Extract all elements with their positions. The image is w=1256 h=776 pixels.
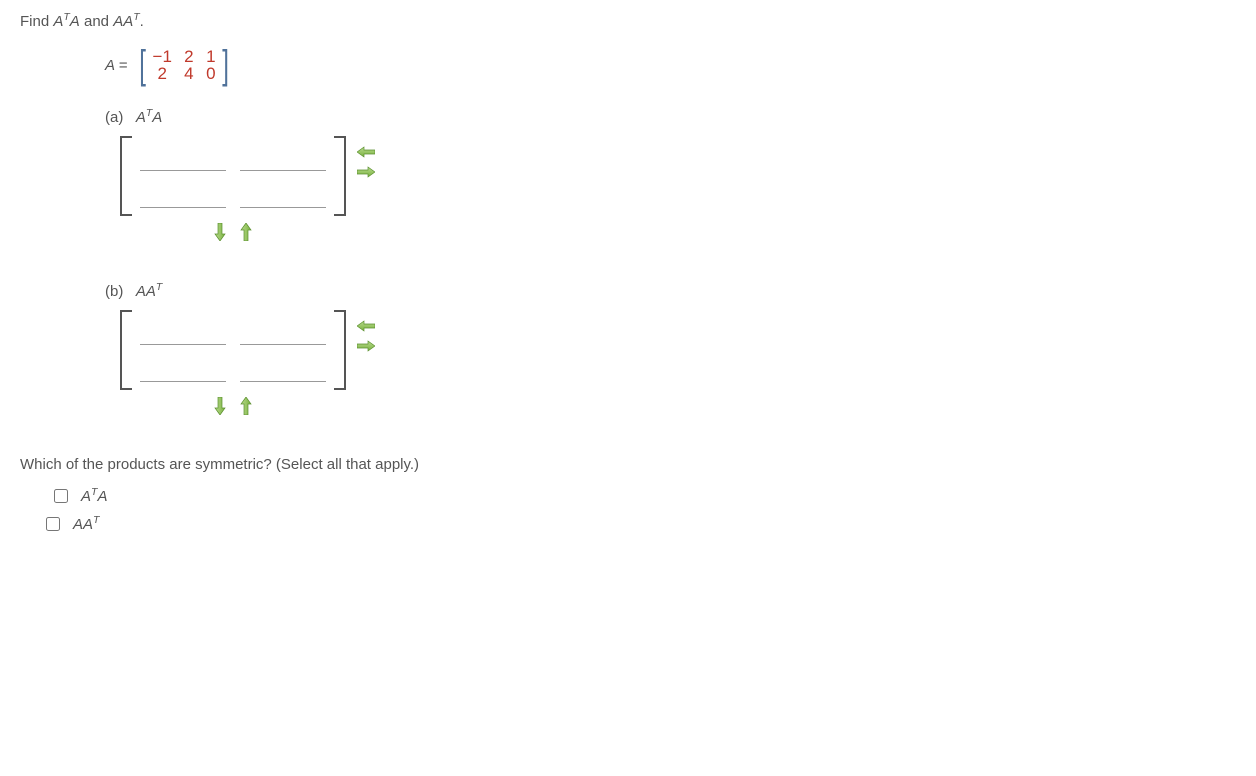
part-b-brackets	[120, 310, 346, 390]
add-column-button[interactable]	[356, 162, 376, 182]
matrix-a-label: A =	[105, 55, 127, 76]
opt2-a: AA	[73, 516, 93, 533]
prompt-text: Find	[20, 13, 53, 30]
part-a-col-controls	[356, 136, 376, 188]
right-bracket	[334, 136, 346, 216]
matrix-cell: 4	[184, 65, 194, 82]
opt2-t: T	[93, 514, 99, 526]
left-bracket	[120, 310, 132, 390]
ata-a2: A	[70, 13, 80, 30]
part-a-cell-0-1[interactable]	[240, 144, 326, 171]
left-bracket: [	[140, 44, 147, 86]
part-a-brackets	[120, 136, 346, 216]
add-column-button[interactable]	[356, 336, 376, 356]
matrix-a-grid: −1 2 1 2 4 0	[149, 44, 220, 86]
option-ata-label: ATA	[81, 485, 107, 507]
checkbox-ata[interactable]	[54, 489, 68, 503]
remove-row-button[interactable]	[236, 222, 256, 242]
part-b-cell-0-0[interactable]	[140, 318, 226, 345]
option-aat-label: AAT	[73, 513, 99, 535]
part-a-cell-0-0[interactable]	[140, 144, 226, 171]
matrix-cell: 1	[206, 48, 216, 65]
part-a-label: (a) ATA	[105, 106, 1236, 128]
symmetric-option-ata: ATA	[50, 485, 1236, 507]
part-a-cells	[132, 136, 334, 216]
symmetric-question: Which of the products are symmetric? (Se…	[20, 454, 1236, 475]
opt1-a: A	[81, 488, 91, 505]
opt1-a2: A	[97, 488, 107, 505]
add-row-button[interactable]	[210, 396, 230, 416]
part-b-marker: (b)	[105, 283, 123, 300]
part-b-cell-0-1[interactable]	[240, 318, 326, 345]
part-a-cell-1-0[interactable]	[140, 181, 226, 208]
part-b-col-controls	[356, 310, 376, 362]
left-bracket	[120, 136, 132, 216]
matrix-cell: 2	[153, 65, 172, 82]
aat-a: AA	[113, 13, 133, 30]
question-prompt: Find ATA and AAT.	[20, 10, 1236, 32]
ata-a1: A	[53, 13, 63, 30]
matrix-a-brackets: [ −1 2 1 2 4 0 ]	[137, 44, 231, 86]
and-text: and	[80, 13, 113, 30]
part-b-row-controls	[210, 396, 1236, 416]
part-b-cells	[132, 310, 334, 390]
part-a-cell-1-1[interactable]	[240, 181, 326, 208]
matrix-a-definition: A = [ −1 2 1 2 4 0 ]	[105, 44, 1236, 86]
part-a-expr-a: A	[136, 109, 146, 126]
part-b-expr-a: AA	[136, 283, 156, 300]
part-b-answer-matrix	[120, 310, 1236, 390]
right-bracket: ]	[222, 44, 229, 86]
part-a-row-controls	[210, 222, 1236, 242]
part-b-expr-t: T	[156, 281, 162, 293]
remove-column-button[interactable]	[356, 142, 376, 162]
part-a-marker: (a)	[105, 109, 123, 126]
part-b-cell-1-1[interactable]	[240, 355, 326, 382]
right-bracket	[334, 310, 346, 390]
matrix-cell: 2	[184, 48, 194, 65]
remove-column-button[interactable]	[356, 316, 376, 336]
checkbox-aat[interactable]	[46, 517, 60, 531]
remove-row-button[interactable]	[236, 396, 256, 416]
matrix-cell: 0	[206, 65, 216, 82]
part-a-expr-a2: A	[152, 109, 162, 126]
prompt-suffix: .	[140, 13, 144, 30]
add-row-button[interactable]	[210, 222, 230, 242]
part-b-label: (b) AAT	[105, 280, 1236, 302]
matrix-cell: −1	[153, 48, 172, 65]
part-b-cell-1-0[interactable]	[140, 355, 226, 382]
part-a-answer-matrix	[120, 136, 1236, 216]
symmetric-option-aat: AAT	[42, 513, 1236, 535]
